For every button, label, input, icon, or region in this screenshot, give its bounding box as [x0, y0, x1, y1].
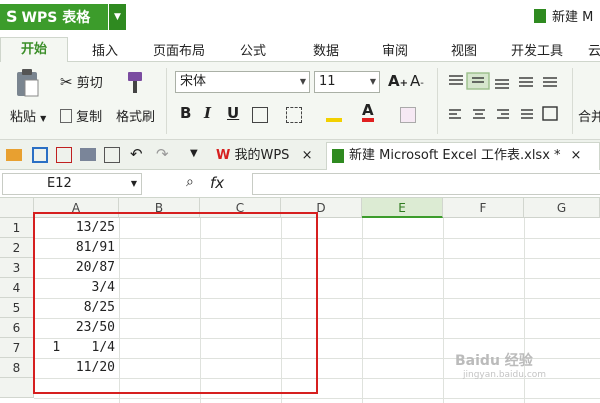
row-header[interactable]: 6 [0, 318, 34, 338]
column-header-g[interactable]: G [524, 198, 600, 218]
print-icon[interactable] [80, 148, 96, 161]
open-folder-icon[interactable] [6, 149, 22, 161]
row-header[interactable]: 5 [0, 298, 34, 318]
print-preview-icon[interactable] [104, 147, 120, 163]
app-name: WPS 表格 [21, 10, 91, 26]
increase-font-size-button[interactable]: A+ [388, 72, 408, 90]
row-header[interactable]: 4 [0, 278, 34, 298]
row-header[interactable] [0, 378, 34, 398]
ribbon-home: 粘贴 ▼ ✂ 剪切 复制 格式刷 宋体▼ 11▼ A+ A- B I U A [0, 62, 600, 140]
gridline [34, 398, 600, 399]
close-icon[interactable]: × [571, 148, 582, 163]
clear-format-icon[interactable] [400, 107, 416, 123]
paste-button[interactable]: 粘贴 ▼ [10, 106, 46, 125]
font-color-button[interactable]: A [362, 103, 374, 122]
title-bar: S WPS 表格 ▼ 新建 M [0, 0, 600, 34]
redo-icon[interactable]: ↷ [156, 145, 169, 163]
separator [437, 68, 438, 134]
decrease-font-size-button[interactable]: A- [410, 72, 424, 90]
cut-button[interactable]: ✂ 剪切 [60, 72, 103, 91]
formula-bar: E12 ▼ ⌕ fx [0, 170, 600, 198]
toolbar-dropdown-icon[interactable]: ▼ [190, 148, 198, 159]
gridline [443, 218, 444, 403]
row-header[interactable]: 7 [0, 338, 34, 358]
fill-color-icon[interactable] [326, 106, 342, 122]
wps-logo-icon: W [216, 148, 231, 163]
paste-icon[interactable] [14, 68, 40, 98]
select-all-corner[interactable] [0, 198, 34, 218]
tab-data[interactable]: 数据 [313, 40, 339, 59]
copy-icon [60, 109, 72, 123]
red-highlight-box [33, 212, 318, 394]
formula-input[interactable] [252, 173, 600, 195]
window-title: 新建 M [534, 6, 593, 25]
close-icon[interactable]: × [302, 148, 313, 163]
bold-button[interactable]: B [180, 104, 191, 122]
column-header-e[interactable]: E [362, 198, 443, 218]
column-header-f[interactable]: F [443, 198, 524, 218]
scissors-icon: ✂ [60, 73, 73, 91]
doc-tab-my-wps[interactable]: W 我的WPS × [210, 142, 325, 169]
quick-access-toolbar: ↶ ↷ ▼ W 我的WPS × 新建 Microsoft Excel 工作表.x… [0, 140, 600, 170]
cell-style-icon[interactable] [286, 107, 302, 123]
save-icon[interactable] [32, 147, 48, 163]
document-icon [534, 9, 546, 23]
tab-insert[interactable]: 插入 [92, 40, 118, 59]
row-header[interactable]: 3 [0, 258, 34, 278]
tab-view[interactable]: 视图 [451, 40, 477, 59]
tab-cloud[interactable]: 云 [588, 40, 600, 59]
separator [572, 68, 573, 134]
format-painter-button[interactable]: 格式刷 [116, 106, 155, 125]
tab-review[interactable]: 审阅 [382, 40, 408, 59]
italic-button[interactable]: I [204, 104, 211, 122]
alignment-group[interactable] [445, 72, 575, 130]
font-size-select[interactable]: 11 ▼ [314, 71, 380, 93]
app-menu-dropdown[interactable]: ▼ [109, 4, 126, 30]
tab-formulas[interactable]: 公式 [240, 40, 266, 59]
tab-page-layout[interactable]: 页面布局 [153, 40, 205, 59]
font-name-select[interactable]: 宋体 ▼ [175, 71, 310, 93]
merge-button[interactable]: 合并 [578, 106, 600, 125]
format-painter-icon[interactable] [124, 70, 146, 96]
borders-icon[interactable] [252, 107, 268, 123]
undo-icon[interactable]: ↶ [130, 145, 143, 163]
export-pdf-icon[interactable] [56, 147, 72, 163]
copy-button[interactable]: 复制 [60, 106, 102, 125]
name-box[interactable]: E12 ▼ [2, 173, 142, 195]
watermark: Baidu 经验 jingyan.baidu.com [455, 353, 547, 380]
app-menu-button[interactable]: S WPS 表格 [0, 4, 108, 30]
gridline [362, 218, 363, 403]
row-header[interactable]: 1 [0, 218, 34, 238]
spreadsheet-icon [332, 149, 344, 163]
row-header[interactable]: 8 [0, 358, 34, 378]
doc-tab-excel-file[interactable]: 新建 Microsoft Excel 工作表.xlsx * × [326, 142, 600, 170]
row-header[interactable]: 2 [0, 238, 34, 258]
separator [166, 68, 167, 134]
tab-home[interactable]: 开始 [0, 37, 68, 62]
wps-logo-icon: S [6, 7, 18, 26]
underline-button[interactable]: U [227, 104, 239, 122]
zoom-search-icon[interactable]: ⌕ [186, 174, 194, 190]
insert-function-button[interactable]: fx [210, 174, 224, 192]
tab-developer[interactable]: 开发工具 [511, 40, 563, 59]
ribbon-tabs: 开始 插入 页面布局 公式 数据 审阅 视图 开发工具 云 [0, 34, 600, 62]
